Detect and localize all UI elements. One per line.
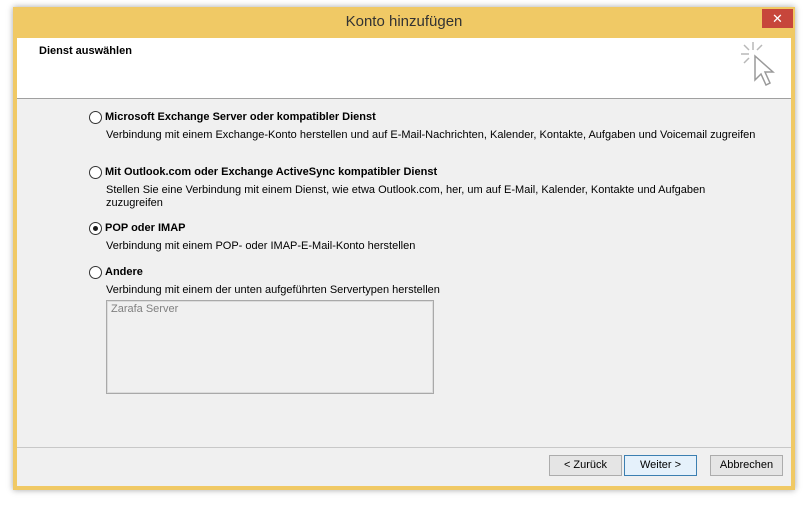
option-exchange-label[interactable]: Microsoft Exchange Server oder kompatibl…: [105, 111, 376, 123]
dialog-content: Dienst auswählen Microsoft Exchange Serv…: [17, 38, 791, 486]
window-title: Konto hinzufügen: [345, 13, 463, 30]
back-button[interactable]: < Zurück: [549, 455, 622, 476]
radio-pop-imap[interactable]: [89, 222, 102, 235]
option-exchange-desc: Verbindung mit einem Exchange-Konto hers…: [106, 129, 756, 141]
close-button[interactable]: ✕: [762, 9, 793, 28]
add-account-dialog: Konto hinzufügen ✕ Dienst auswählen Micr…: [13, 7, 795, 490]
close-icon: ✕: [772, 11, 783, 26]
server-type-list[interactable]: Zarafa Server: [106, 300, 434, 394]
header-panel: Dienst auswählen: [17, 38, 791, 99]
footer-divider: [17, 447, 791, 448]
page-title: Dienst auswählen: [39, 45, 132, 57]
list-item[interactable]: Zarafa Server: [111, 303, 178, 315]
next-button[interactable]: Weiter >: [624, 455, 697, 476]
option-other-label[interactable]: Andere: [105, 266, 143, 278]
radio-other[interactable]: [89, 266, 102, 279]
cancel-button[interactable]: Abbrechen: [710, 455, 783, 476]
radio-exchange[interactable]: [89, 111, 102, 124]
cursor-sparkle-icon: [741, 42, 775, 87]
option-other-desc: Verbindung mit einem der unten aufgeführ…: [106, 284, 440, 296]
title-bar[interactable]: Konto hinzufügen ✕: [13, 7, 795, 38]
option-outlook-com-desc: Stellen Sie eine Verbindung mit einem Di…: [106, 184, 706, 209]
option-pop-imap-desc: Verbindung mit einem POP- oder IMAP-E-Ma…: [106, 240, 416, 252]
option-pop-imap-label[interactable]: POP oder IMAP: [105, 222, 185, 234]
radio-outlook-com[interactable]: [89, 166, 102, 179]
option-outlook-com-label[interactable]: Mit Outlook.com oder Exchange ActiveSync…: [105, 166, 437, 178]
